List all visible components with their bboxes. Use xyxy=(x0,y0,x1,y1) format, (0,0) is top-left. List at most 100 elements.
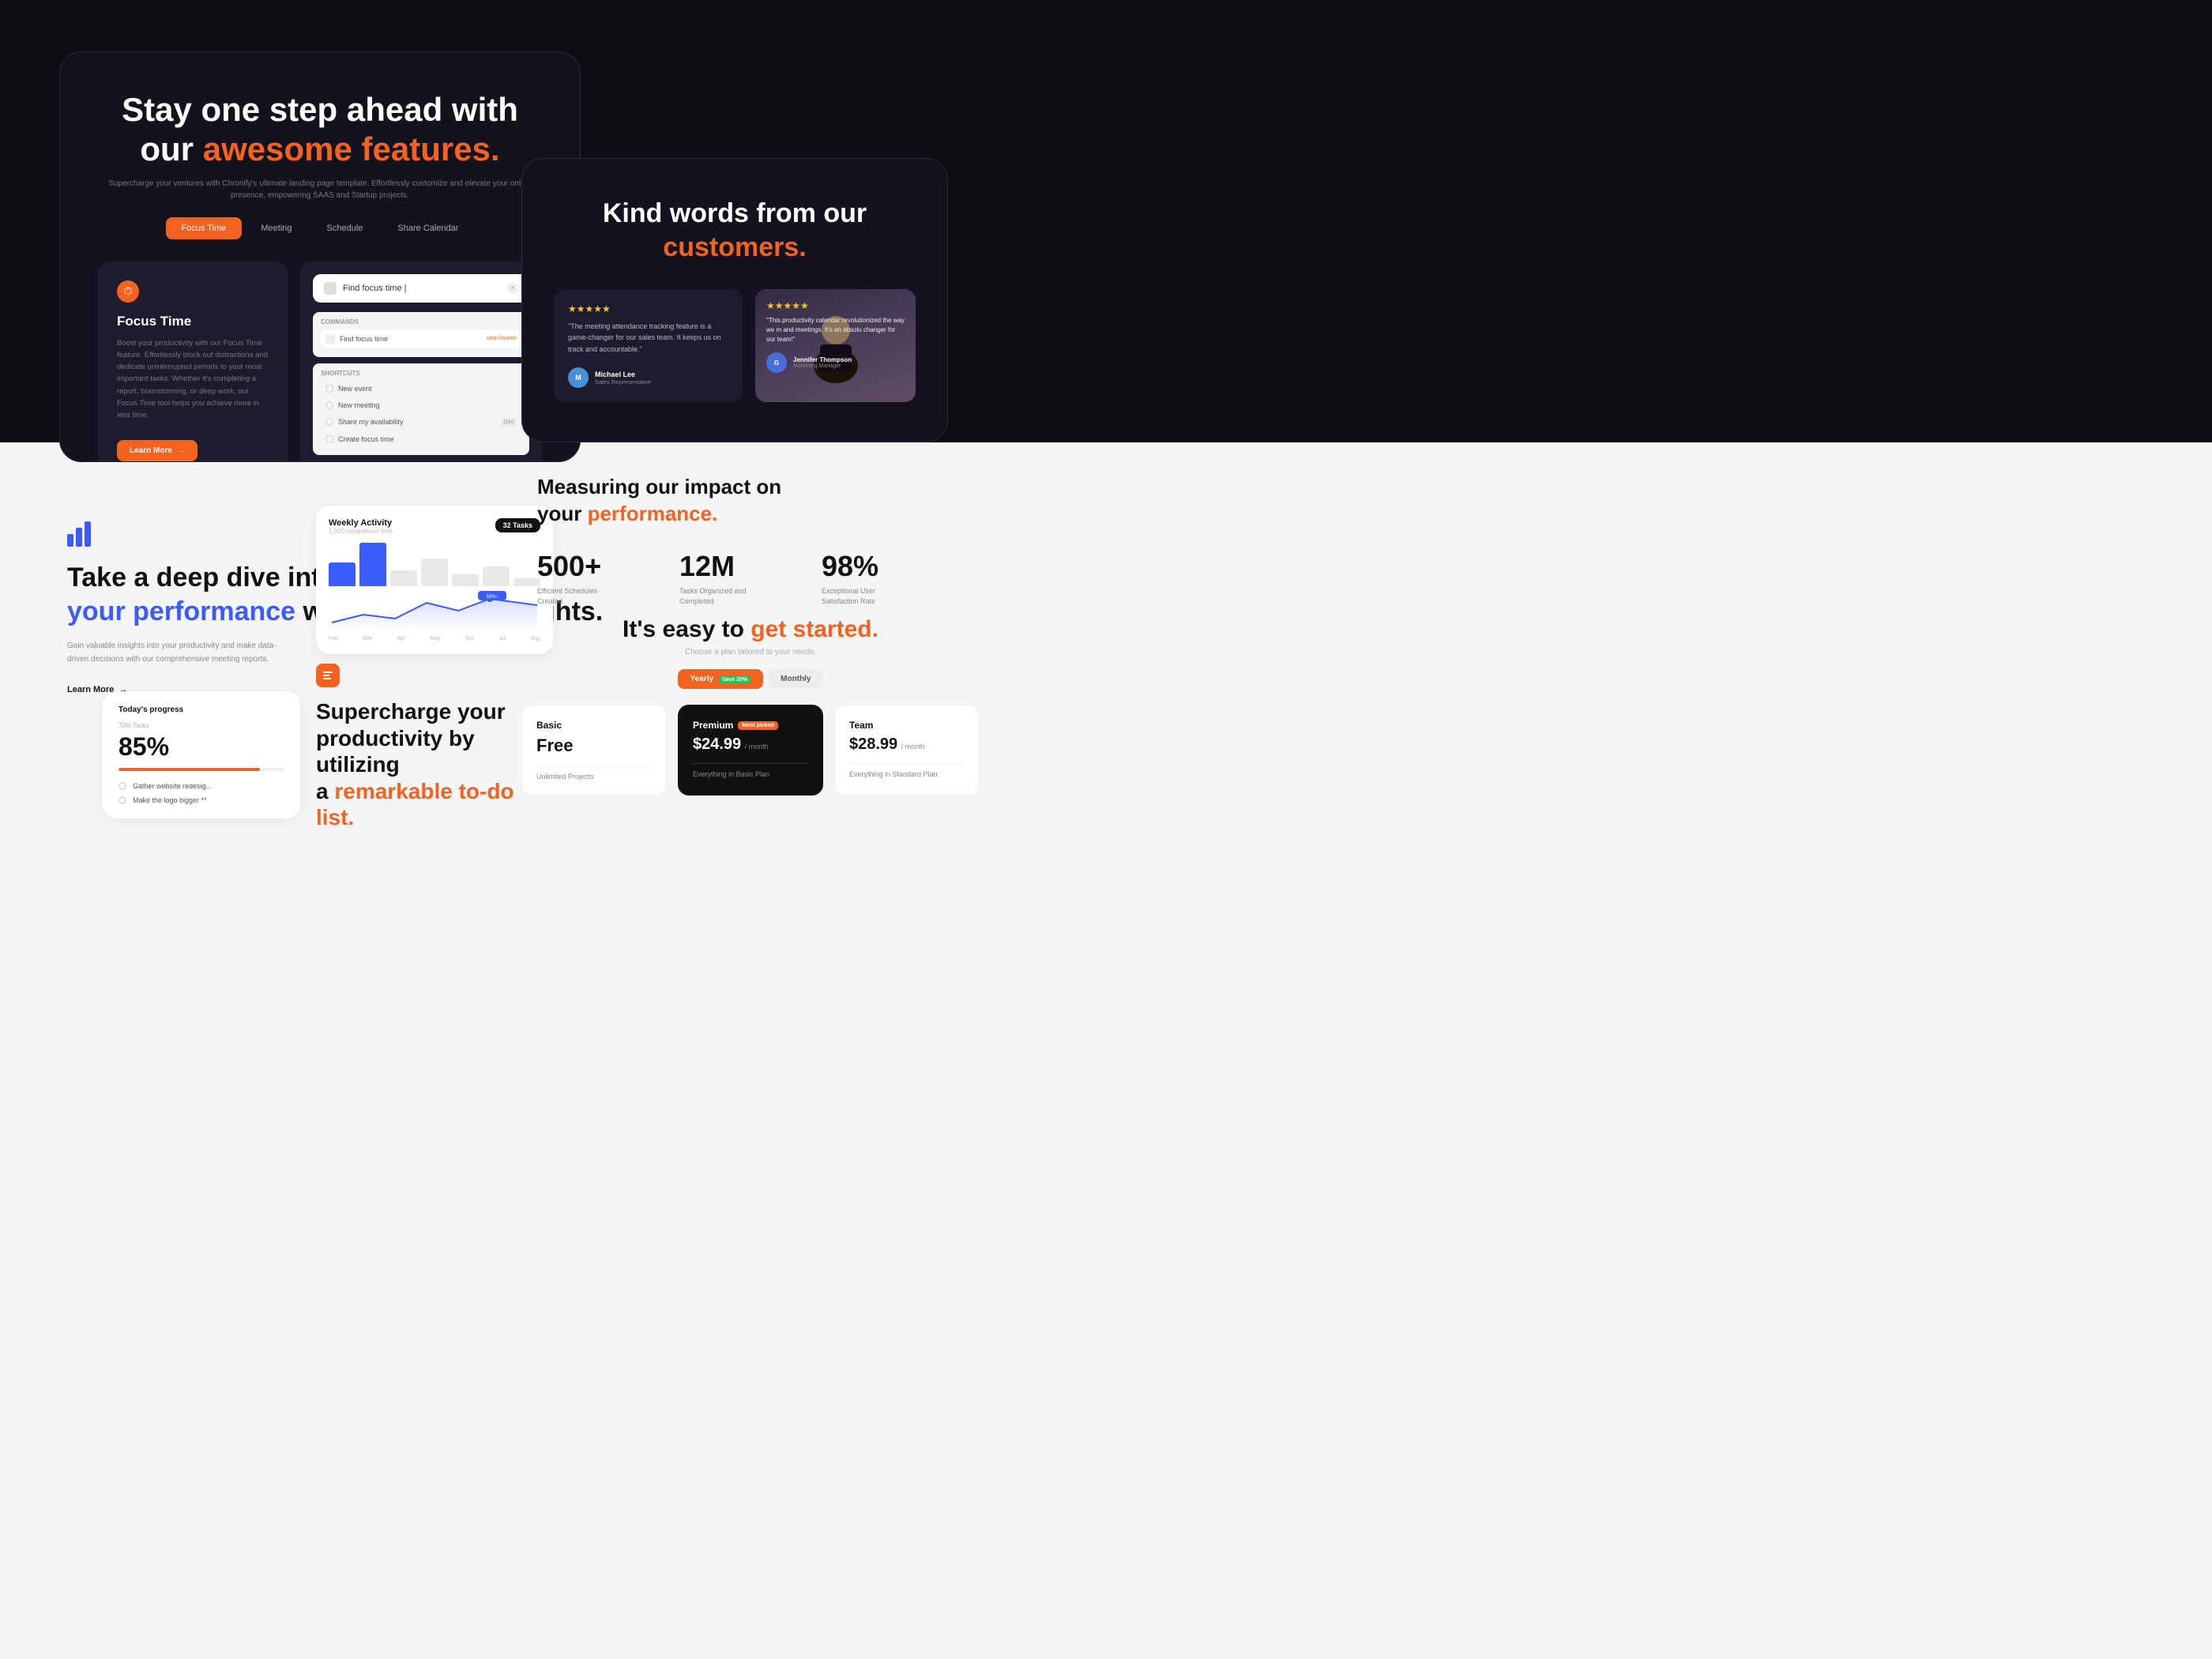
todo-section: Supercharge your productivity by utilizi… xyxy=(316,664,553,831)
pricing-section: It's easy to get started. Choose a plan … xyxy=(521,616,980,796)
shortcut-dot-icon xyxy=(325,435,333,443)
plan-premium-price: $24.99 / month xyxy=(693,735,808,754)
testimonial-2: ★★★★★ "This productivity calendar revolu… xyxy=(755,289,916,402)
progress-card: Today's progress 70% Tasks 85% Gather we… xyxy=(103,691,300,818)
plan-team-name: Team xyxy=(849,720,965,731)
plan-basic: Basic Free Unlimited Projects xyxy=(521,705,667,796)
most-picked-badge: Most picked xyxy=(738,721,777,730)
task-radio-1[interactable] xyxy=(118,782,126,790)
metric-1-label: Efficient SchedulesCreated xyxy=(537,586,664,608)
author-2: G Jennifer Thompson Marketing Manager xyxy=(766,352,905,373)
todo-heading: Supercharge your productivity by utilizi… xyxy=(316,698,553,831)
todo-icon xyxy=(316,664,340,687)
plan-premium: Premium Most picked $24.99 / month Every… xyxy=(678,705,823,796)
plan-premium-features: Everything in Basic Plan xyxy=(693,763,808,778)
stars-2: ★★★★★ xyxy=(766,300,905,311)
performance-desc: Gain valuable insights into your product… xyxy=(67,639,288,666)
metric-1: 500+ Efficient SchedulesCreated xyxy=(537,550,664,608)
testimonials-row: ★★★★★ "The meeting attendance tracking f… xyxy=(554,289,916,402)
feature-panels: ⏱ Focus Time Boost your productivity wit… xyxy=(98,261,542,462)
weekly-activity-title: Weekly Activity xyxy=(329,518,393,528)
metric-2-label: Tasks Organized andCompleted xyxy=(679,586,806,608)
progress-title: Today's progress xyxy=(118,705,284,714)
weekly-activity-subtitle: 1,000 comparison time xyxy=(329,528,393,535)
author-1: M Michael Lee Sales Representative xyxy=(568,367,728,388)
billing-yearly-btn[interactable]: Yearly Save 20% xyxy=(678,669,764,689)
shortcut-new-event[interactable]: New event xyxy=(321,382,521,396)
billing-monthly-btn[interactable]: Monthly xyxy=(768,669,823,689)
svg-text:50%↑: 50%↑ xyxy=(486,595,498,600)
focus-time-icon: ⏱ xyxy=(117,280,139,303)
progress-percent: 85% xyxy=(118,732,284,762)
search-bar[interactable]: Find focus time | × xyxy=(313,274,529,303)
shortcuts-section: Shortcuts New event New meeting Share my… xyxy=(313,363,529,455)
progress-bar xyxy=(118,768,284,771)
bar-6 xyxy=(483,566,510,586)
testimonials-title: Kind words from our customers. xyxy=(554,197,916,264)
command-item[interactable]: Find focus time new favorite xyxy=(321,330,521,348)
metric-2: 12M Tasks Organized andCompleted xyxy=(679,550,806,608)
tab-focus-time[interactable]: Focus Time xyxy=(166,217,243,239)
bar-3 xyxy=(390,570,417,586)
focus-time-panel: ⏱ Focus Time Boost your productivity wit… xyxy=(98,261,288,462)
bar-4 xyxy=(421,559,448,586)
feature-tabs: Focus Time Meeting Schedule Share Calend… xyxy=(98,217,542,239)
task-radio-2[interactable] xyxy=(118,796,126,804)
shortcut-availability[interactable]: Share my availability Dev xyxy=(321,415,521,430)
close-icon[interactable]: × xyxy=(507,283,518,294)
tab-share-calendar[interactable]: Share Calendar xyxy=(382,217,474,239)
plan-team: Team $28.99 / month Everything in Standa… xyxy=(834,705,980,796)
shortcut-new-meeting[interactable]: New meeting xyxy=(321,398,521,412)
pricing-heading: It's easy to get started. xyxy=(521,616,980,643)
metrics-heading: Measuring our impact on your performance… xyxy=(537,474,948,528)
commands-section: Commands Find focus time new favorite xyxy=(313,312,529,357)
shortcut-dot-icon xyxy=(325,385,333,393)
command-icon xyxy=(325,334,335,344)
axis-labels: Feb Mar Apr May Jun Jul Aug xyxy=(329,636,540,641)
metric-3-label: Exceptional UserSatisfaction Rate xyxy=(822,586,948,608)
plan-team-price: $28.99 / month xyxy=(849,735,965,754)
title-line1: Stay one step ahead with xyxy=(122,91,518,128)
line-chart: 50%↑ xyxy=(329,591,540,630)
author-avatar-2: G xyxy=(766,352,787,373)
plan-premium-name: Premium xyxy=(693,720,733,731)
focus-time-title: Focus Time xyxy=(117,314,269,329)
learn-more-button[interactable]: Learn More → xyxy=(117,440,198,461)
task-item-1: Gather website redesig... xyxy=(118,782,284,790)
search-icon xyxy=(324,282,337,295)
pricing-grid: Basic Free Unlimited Projects Premium Mo… xyxy=(521,705,980,796)
progress-bar-fill xyxy=(118,768,260,771)
shortcut-focus[interactable]: Create focus time xyxy=(321,432,521,446)
stars-1: ★★★★★ xyxy=(568,303,728,314)
author-avatar-1: M xyxy=(568,367,589,388)
tasks-badge: 32 Tasks xyxy=(495,518,540,532)
metric-3: 98% Exceptional UserSatisfaction Rate xyxy=(822,550,948,608)
testimonial-2-wrapper: ★★★★★ "This productivity calendar revolu… xyxy=(755,289,916,402)
bar-1 xyxy=(329,562,356,586)
task-item-2: Make the logo bigger ** xyxy=(118,796,284,804)
metrics-grid: 500+ Efficient SchedulesCreated 12M Task… xyxy=(537,550,948,608)
weekly-activity-card: Weekly Activity 1,000 comparison time 32… xyxy=(316,506,553,654)
testimonial-1: ★★★★★ "The meeting attendance tracking f… xyxy=(554,289,743,402)
save-badge: Save 20% xyxy=(719,676,750,683)
tab-meeting[interactable]: Meeting xyxy=(245,217,307,239)
shortcut-dot-icon xyxy=(325,401,333,409)
bar-5 xyxy=(452,574,479,586)
weekly-bar-chart xyxy=(329,543,540,586)
features-card: Stay one step ahead with our awesome fea… xyxy=(59,51,581,462)
bar-2 xyxy=(359,543,386,586)
shortcut-dot-icon xyxy=(325,418,333,426)
arrow-icon: → xyxy=(177,446,185,455)
testimonials-card: Kind words from our customers. ★★★★★ "Th… xyxy=(521,158,948,442)
bar-7 xyxy=(514,578,540,586)
tasks-label: 70% Tasks xyxy=(118,722,284,729)
metrics-section: Measuring our impact on your performance… xyxy=(537,474,948,608)
billing-toggle: Yearly Save 20% Monthly xyxy=(521,669,980,689)
plan-team-features: Everything in Standard Plan xyxy=(849,763,965,778)
features-title: Stay one step ahead with our awesome fea… xyxy=(98,90,542,170)
tab-schedule[interactable]: Schedule xyxy=(311,217,379,239)
plan-basic-price: Free xyxy=(536,735,652,756)
photo-overlay: ★★★★★ "This productivity calendar revolu… xyxy=(755,289,916,402)
pricing-subtitle: Choose a plan tailored to your needs. xyxy=(521,648,980,656)
focus-time-desc: Boost your productivity with our Focus T… xyxy=(117,337,269,421)
